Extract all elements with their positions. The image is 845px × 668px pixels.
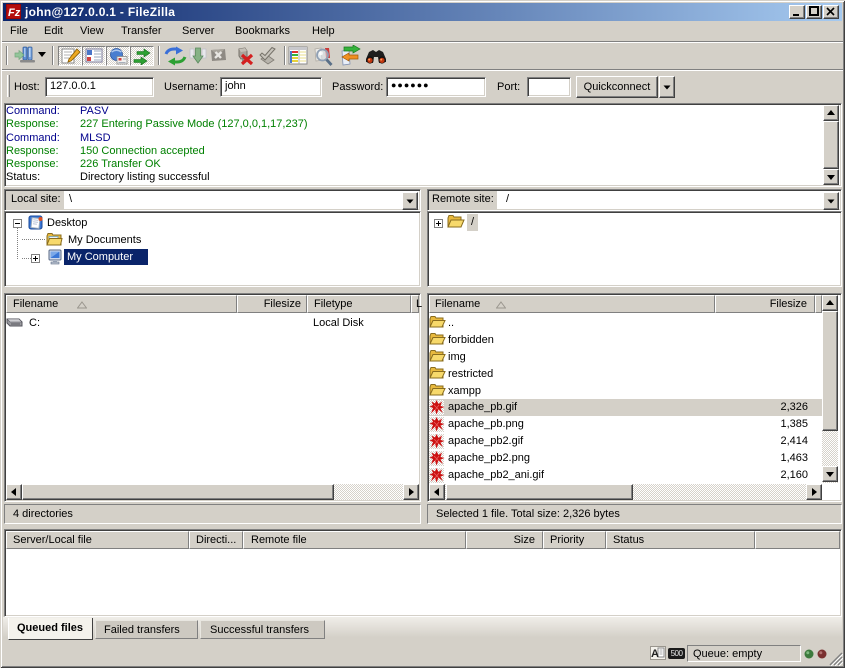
svg-text:Fz: Fz — [8, 7, 21, 19]
svg-text:A: A — [651, 648, 659, 659]
